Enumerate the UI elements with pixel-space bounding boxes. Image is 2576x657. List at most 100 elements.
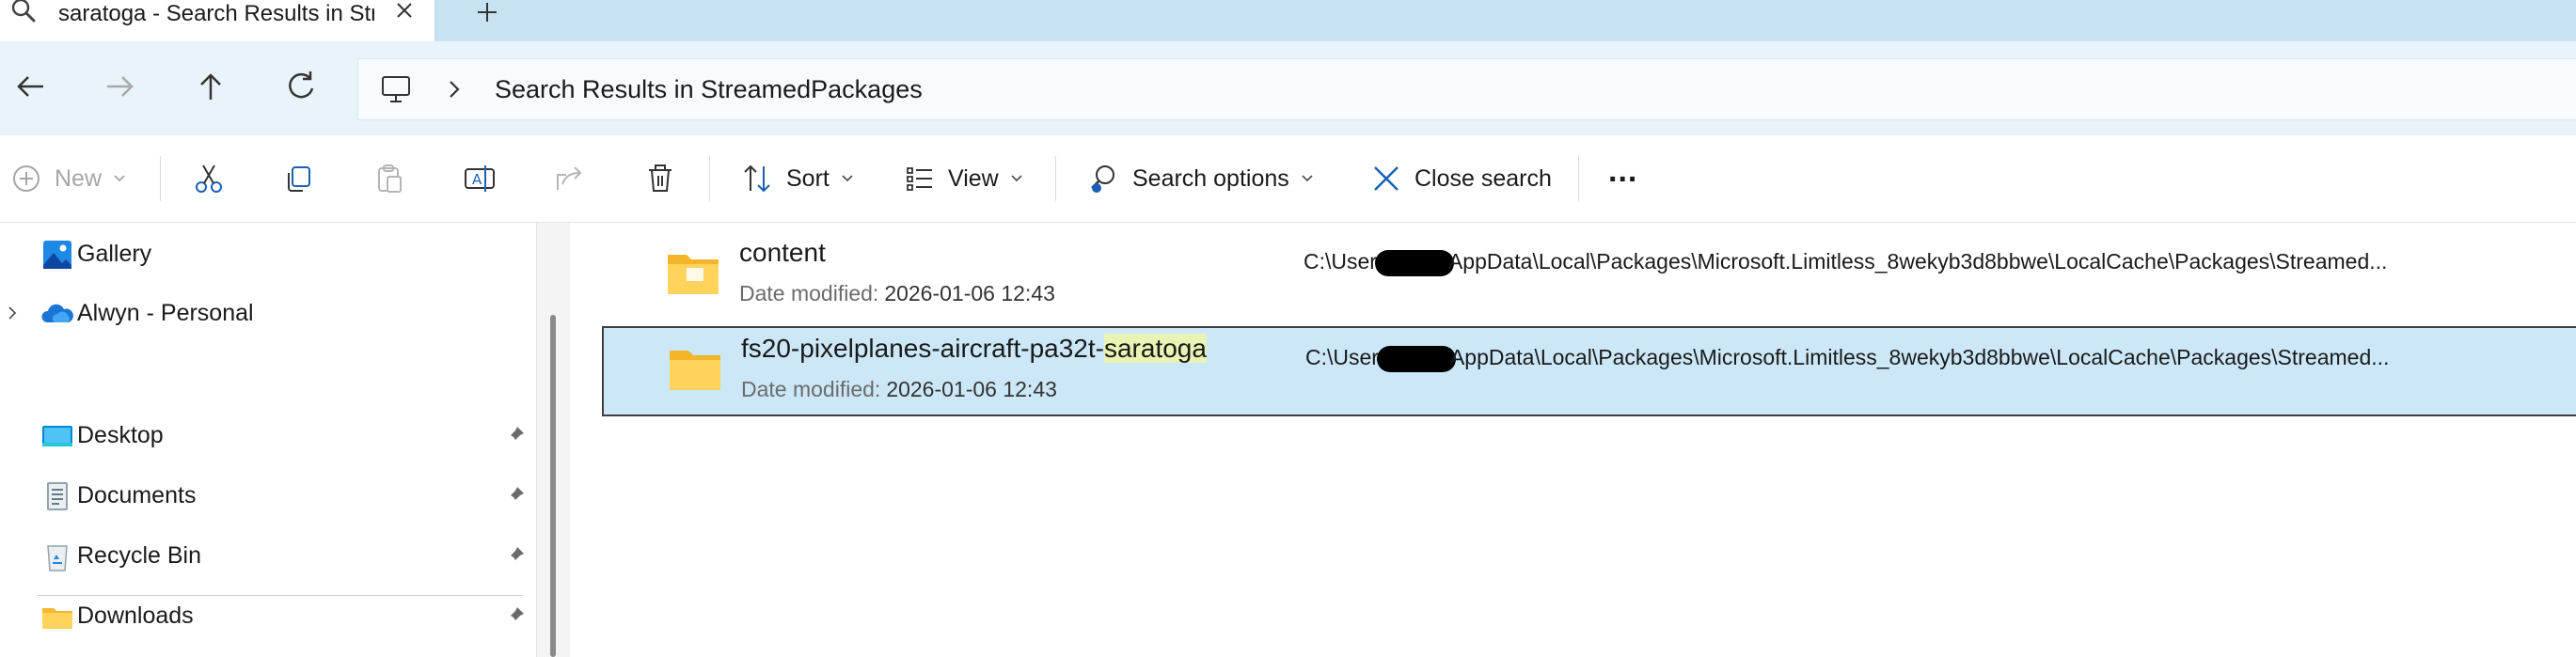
documents-icon bbox=[41, 480, 73, 512]
file-path: C:\User AppData\Local\Packages\Microsoft.… bbox=[1305, 345, 2389, 372]
tab-title: saratoga - Search Results in StreamedPac… bbox=[58, 1, 374, 26]
forward-arrow-icon[interactable] bbox=[96, 62, 145, 111]
path-suffix: AppData\Local\Packages\Microsoft.Limitle… bbox=[1449, 345, 2390, 369]
pin-icon[interactable] bbox=[504, 484, 527, 507]
scrollbar-thumb[interactable] bbox=[550, 315, 556, 657]
file-name-text: fs20-pixelplanes-aircraft-pa32t- bbox=[741, 334, 1104, 363]
file-name: fs20-pixelplanes-aircraft-pa32t-saratoga bbox=[741, 334, 1207, 364]
sidebar-item-label: Downloads bbox=[77, 602, 194, 629]
chevron-right-icon[interactable] bbox=[6, 302, 21, 324]
date-modified: Date modified: 2026-01-06 12:43 bbox=[741, 377, 1057, 402]
chevron-down-icon bbox=[1011, 175, 1022, 182]
new-button[interactable]: New bbox=[11, 135, 126, 222]
more-options-button[interactable]: ... bbox=[1608, 135, 1637, 222]
copy-button[interactable] bbox=[282, 135, 316, 222]
chevron-down-icon bbox=[114, 175, 125, 182]
search-icon bbox=[4, 0, 40, 26]
sort-icon bbox=[744, 164, 770, 193]
chevron-down-icon bbox=[1302, 175, 1313, 182]
date-modified: Date modified: 2026-01-06 12:43 bbox=[739, 281, 1055, 306]
plus-circle-icon bbox=[13, 165, 40, 192]
date-modified-label: Date modified: bbox=[741, 377, 881, 401]
date-modified-label: Date modified: bbox=[739, 281, 879, 305]
close-icon bbox=[1374, 166, 1399, 191]
new-label: New bbox=[55, 164, 103, 192]
view-button[interactable]: View bbox=[905, 135, 1023, 222]
cut-button[interactable] bbox=[192, 135, 226, 222]
tab-search-results[interactable]: saratoga - Search Results in StreamedPac… bbox=[0, 0, 435, 41]
scissors-icon bbox=[196, 164, 222, 193]
gallery-icon bbox=[41, 239, 73, 271]
search-match-highlight: saratoga bbox=[1103, 334, 1207, 363]
share-icon bbox=[557, 166, 582, 190]
separator bbox=[1578, 156, 1579, 201]
desktop-icon bbox=[41, 420, 73, 452]
sidebar-item-label: Desktop bbox=[77, 422, 164, 448]
command-bar: New A Sort View Search options Close sea… bbox=[0, 135, 2576, 223]
redaction-mark bbox=[1374, 249, 1454, 276]
breadcrumb-chevron-icon[interactable] bbox=[443, 74, 467, 104]
sidebar-scrollbar[interactable] bbox=[536, 223, 570, 657]
file-path: C:\User AppData\Local\Packages\Microsoft.… bbox=[1304, 249, 2387, 276]
pin-icon[interactable] bbox=[504, 544, 527, 567]
share-button[interactable] bbox=[553, 135, 587, 222]
sidebar-item-onedrive[interactable]: Alwyn - Personal bbox=[0, 287, 536, 339]
folder-icon bbox=[668, 347, 722, 394]
list-item[interactable]: content Date modified: 2026-01-06 12:43 C… bbox=[602, 230, 2576, 321]
sidebar-item-documents[interactable]: Documents bbox=[0, 469, 536, 522]
paste-button[interactable] bbox=[372, 135, 406, 222]
more-label: ... bbox=[1608, 152, 1638, 189]
refresh-icon[interactable] bbox=[277, 62, 325, 111]
close-tab-icon[interactable] bbox=[386, 0, 423, 28]
redaction-mark bbox=[1376, 345, 1456, 372]
close-search-label: Close search bbox=[1414, 164, 1552, 192]
new-tab-icon[interactable] bbox=[468, 0, 506, 28]
recycle-bin-icon bbox=[41, 540, 73, 572]
search-options-label: Search options bbox=[1132, 164, 1289, 192]
tab-strip: saratoga - Search Results in StreamedPac… bbox=[0, 0, 2576, 41]
paste-icon bbox=[378, 164, 402, 193]
sidebar-item-recycle-bin[interactable]: Recycle Bin bbox=[0, 529, 536, 582]
list-item-selected[interactable]: fs20-pixelplanes-aircraft-pa32t-saratoga… bbox=[602, 326, 2576, 416]
up-arrow-icon[interactable] bbox=[186, 62, 235, 111]
sidebar-item-label: Alwyn - Personal bbox=[77, 300, 254, 326]
date-modified-value: 2026-01-06 12:43 bbox=[884, 281, 1055, 305]
svg-text:A: A bbox=[472, 171, 482, 188]
sidebar-item-gallery[interactable]: Gallery bbox=[0, 227, 536, 280]
address-bar[interactable]: Search Results in StreamedPackages bbox=[357, 58, 2576, 120]
path-prefix: C:\User bbox=[1305, 345, 1379, 369]
sidebar-item-label: Gallery bbox=[77, 241, 152, 267]
onedrive-icon bbox=[41, 298, 73, 330]
path-suffix: AppData\Local\Packages\Microsoft.Limitle… bbox=[1447, 249, 2388, 274]
pin-icon[interactable] bbox=[504, 424, 527, 446]
chevron-down-icon bbox=[842, 175, 853, 182]
rename-button[interactable]: A bbox=[463, 135, 497, 222]
separator bbox=[709, 156, 710, 201]
file-name: content bbox=[739, 238, 826, 267]
sort-button[interactable]: Sort bbox=[741, 135, 854, 222]
close-search-button[interactable]: Close search bbox=[1371, 135, 1552, 222]
downloads-icon bbox=[41, 601, 73, 633]
sidebar-item-label: Recycle Bin bbox=[77, 542, 201, 569]
search-results-list: content Date modified: 2026-01-06 12:43 C… bbox=[570, 223, 2576, 657]
path-prefix: C:\User bbox=[1304, 249, 1377, 274]
sidebar-item-desktop[interactable]: Desktop bbox=[0, 409, 536, 461]
this-pc-icon bbox=[379, 72, 413, 106]
back-arrow-icon[interactable] bbox=[6, 62, 55, 111]
navigation-bar: Search Results in StreamedPackages bbox=[0, 41, 2576, 135]
breadcrumb[interactable]: Search Results in StreamedPackages bbox=[495, 59, 923, 119]
sidebar-item-downloads[interactable]: Downloads bbox=[0, 589, 536, 642]
folder-icon bbox=[666, 251, 720, 298]
date-modified-value: 2026-01-06 12:43 bbox=[886, 377, 1057, 401]
view-list-icon bbox=[907, 167, 932, 191]
sidebar-item-label: Documents bbox=[77, 482, 197, 508]
pin-icon[interactable] bbox=[504, 604, 527, 627]
sort-label: Sort bbox=[786, 164, 830, 192]
view-label: View bbox=[948, 164, 999, 192]
search-options-button[interactable]: Search options bbox=[1087, 135, 1314, 222]
delete-button[interactable] bbox=[643, 135, 677, 222]
trash-icon bbox=[649, 164, 672, 192]
navigation-pane: Gallery Alwyn - Personal Desktop Documen… bbox=[0, 223, 536, 657]
search-options-icon bbox=[1091, 165, 1114, 193]
rename-icon: A bbox=[465, 165, 495, 192]
